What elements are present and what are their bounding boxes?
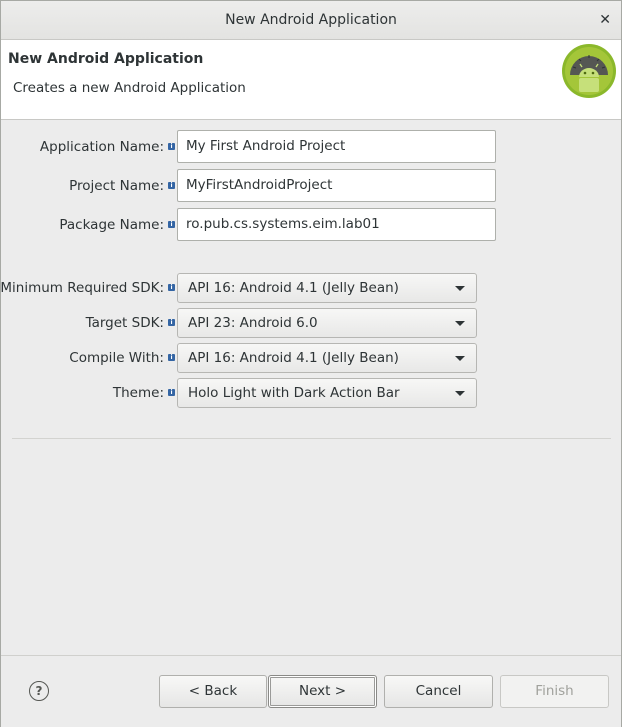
chevron-down-icon [455, 356, 465, 361]
back-button[interactable]: < Back [159, 675, 267, 708]
next-button[interactable]: Next > [268, 675, 377, 708]
close-icon[interactable]: ✕ [599, 1, 611, 39]
info-icon[interactable]: i [168, 221, 175, 228]
info-icon[interactable]: i [168, 354, 175, 361]
min-sdk-label: Minimum Required SDK: [0, 280, 164, 296]
target-sdk-select[interactable]: API 23: Android 6.0 [177, 308, 477, 338]
target-sdk-value: API 23: Android 6.0 [188, 315, 318, 331]
compile-with-label: Compile With: [69, 350, 164, 366]
button-bar: ? < Back Next > Cancel Finish [1, 655, 621, 727]
banner-description: Creates a new Android Application [13, 80, 246, 96]
application-name-field[interactable]: My First Android Project [177, 130, 496, 163]
window-title: New Android Application [225, 12, 397, 28]
info-icon[interactable]: i [168, 143, 175, 150]
min-sdk-value: API 16: Android 4.1 (Jelly Bean) [188, 280, 399, 296]
compile-with-value: API 16: Android 4.1 (Jelly Bean) [188, 350, 399, 366]
dialog-window: New Android Application ✕ New Android Ap… [0, 0, 622, 727]
target-sdk-label: Target SDK: [85, 315, 164, 331]
cancel-button[interactable]: Cancel [384, 675, 493, 708]
info-icon[interactable]: i [168, 389, 175, 396]
chevron-down-icon [455, 321, 465, 326]
info-icon[interactable]: i [168, 182, 175, 189]
compile-with-select[interactable]: API 16: Android 4.1 (Jelly Bean) [177, 343, 477, 373]
android-logo-icon [562, 44, 616, 98]
theme-label: Theme: [112, 385, 164, 401]
chevron-down-icon [455, 391, 465, 396]
finish-button[interactable]: Finish [500, 675, 609, 708]
package-name-field[interactable]: ro.pub.cs.systems.eim.lab01 [177, 208, 496, 241]
package-name-label: Package Name: [59, 217, 164, 233]
help-icon[interactable]: ? [29, 681, 49, 701]
banner-title: New Android Application [8, 51, 204, 67]
separator [12, 438, 611, 439]
theme-select[interactable]: Holo Light with Dark Action Bar [177, 378, 477, 408]
min-sdk-select[interactable]: API 16: Android 4.1 (Jelly Bean) [177, 273, 477, 303]
application-name-label: Application Name: [39, 139, 164, 155]
info-icon[interactable]: i [168, 319, 175, 326]
project-name-field[interactable]: MyFirstAndroidProject [177, 169, 496, 202]
project-form: Application Name: i My First Android Pro… [0, 120, 621, 655]
theme-value: Holo Light with Dark Action Bar [188, 385, 400, 401]
info-icon[interactable]: i [168, 284, 175, 291]
wizard-banner: New Android Application Creates a new An… [1, 40, 621, 120]
project-name-label: Project Name: [69, 178, 164, 194]
title-bar[interactable]: New Android Application ✕ [1, 1, 621, 40]
chevron-down-icon [455, 286, 465, 291]
